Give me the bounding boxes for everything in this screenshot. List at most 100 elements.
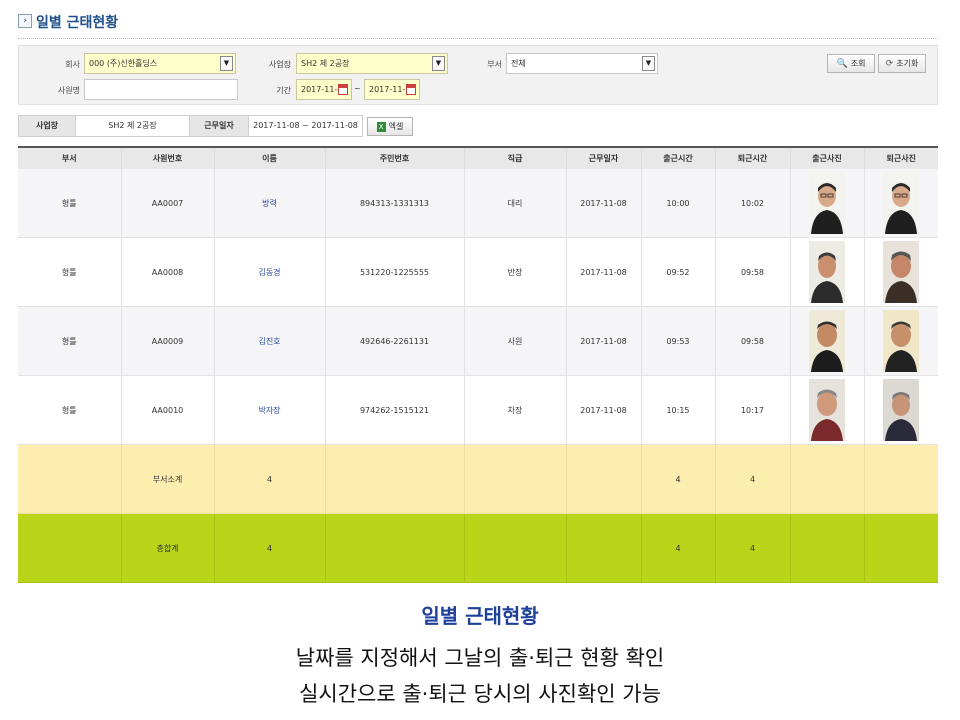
subtotal-clock-in: 4 — [641, 444, 716, 514]
date-cell: 2017-11-08 — [566, 237, 642, 307]
rank-cell: 차장 — [464, 375, 567, 445]
table-row[interactable]: 형틀 AA0010 박자장 974262-1515121 차장 2017-11-… — [18, 375, 938, 445]
column-header[interactable]: 퇴근사진 — [864, 146, 938, 169]
emp-no-cell: AA0008 — [121, 237, 215, 307]
excel-button-label: 엑셀 — [388, 122, 404, 131]
date-to-field[interactable]: 2017-11-08 — [364, 79, 420, 100]
employee-name-link[interactable]: 방력 — [214, 169, 326, 238]
company-select-value: 000 (주)신한홀딩스 — [89, 59, 158, 68]
clock-out-cell: 10:02 — [715, 169, 791, 238]
empty-cell — [864, 513, 938, 583]
column-header[interactable]: 사원번호 — [121, 146, 215, 169]
clock-out-photo-cell — [864, 306, 938, 376]
empty-cell — [566, 444, 642, 514]
subtotal-count: 4 — [214, 444, 326, 514]
search-icon: 🔍 — [836, 59, 848, 69]
empty-cell — [790, 513, 865, 583]
employee-name-input[interactable] — [84, 79, 238, 100]
empty-cell — [18, 513, 122, 583]
rrn-cell: 531220-1225555 — [325, 237, 465, 307]
period-label: 기간 — [276, 86, 291, 95]
date-separator: ~ — [354, 84, 361, 93]
empty-cell — [864, 444, 938, 514]
clock-out-cell: 09:58 — [715, 237, 791, 307]
attendance-table: 부서 사원번호 이름 주민번호 직급 근무일자 출근시간 퇴근시간 출근사진 퇴… — [18, 146, 938, 583]
rrn-cell: 974262-1515121 — [325, 375, 465, 445]
date-cell: 2017-11-08 — [566, 306, 642, 376]
calendar-icon[interactable] — [406, 84, 416, 95]
site-select[interactable]: SH2 제 2공장 ▼ — [296, 53, 448, 74]
clock-out-photo-cell — [864, 375, 938, 445]
clock-in-photo-cell — [790, 169, 865, 238]
column-header[interactable]: 출근사진 — [790, 146, 865, 169]
date-cell: 2017-11-08 — [566, 169, 642, 238]
chevron-down-icon[interactable]: ▼ — [432, 56, 445, 71]
header-divider — [18, 38, 938, 39]
dept-select[interactable]: 전체 ▼ — [506, 53, 658, 74]
clock-out-photo[interactable] — [883, 241, 920, 303]
date-cell: 2017-11-08 — [566, 375, 642, 445]
reset-button[interactable]: ⟳ 초기화 — [878, 54, 926, 73]
excel-button[interactable]: X 엑셀 — [367, 117, 413, 136]
table-row[interactable]: 형틀 AA0009 김진호 492646-2261131 사원 2017-11-… — [18, 306, 938, 376]
column-header[interactable]: 출근시간 — [641, 146, 716, 169]
rank-cell: 사원 — [464, 306, 567, 376]
chevron-down-icon[interactable]: ▼ — [642, 56, 655, 71]
clock-in-cell: 09:53 — [641, 306, 716, 376]
search-button-label: 조회 — [850, 59, 866, 68]
clock-in-photo[interactable] — [809, 241, 845, 303]
clock-in-cell: 09:52 — [641, 237, 716, 307]
emp-no-cell: AA0009 — [121, 306, 215, 376]
reset-button-label: 초기화 — [896, 59, 919, 68]
dept-cell: 형틀 — [18, 169, 122, 238]
employee-name-link[interactable]: 김진호 — [214, 306, 326, 376]
date-from-field[interactable]: 2017-11-08 — [296, 79, 352, 100]
company-select[interactable]: 000 (주)신한홀딩스 ▼ — [84, 53, 236, 74]
employee-name-link[interactable]: 김동경 — [214, 237, 326, 307]
calendar-icon[interactable] — [338, 84, 348, 95]
emp-no-cell: AA0007 — [121, 169, 215, 238]
column-header[interactable]: 이름 — [214, 146, 326, 169]
clock-out-photo[interactable] — [883, 310, 920, 372]
clock-in-cell: 10:00 — [641, 169, 716, 238]
total-row: 총합계 4 4 4 — [18, 513, 938, 583]
clock-in-photo-cell — [790, 375, 865, 445]
clock-out-photo[interactable] — [883, 379, 920, 441]
clock-in-cell: 10:15 — [641, 375, 716, 445]
filter-site-label: 사업장 — [18, 115, 76, 137]
column-header[interactable]: 근무일자 — [566, 146, 642, 169]
table-row[interactable]: 형틀 AA0008 김동경 531220-1225555 반장 2017-11-… — [18, 237, 938, 307]
column-header[interactable]: 퇴근시간 — [715, 146, 791, 169]
caption-line-1: 날짜를 지정해서 그날의 출·퇴근 현황 확인 — [295, 646, 665, 670]
dept-select-value: 전체 — [511, 59, 526, 68]
employee-label: 사원명 — [57, 86, 80, 95]
total-clock-out: 4 — [715, 513, 791, 583]
rrn-cell: 492646-2261131 — [325, 306, 465, 376]
subtotal-row: 부서소계 4 4 4 — [18, 444, 938, 514]
subtotal-label: 부서소계 — [121, 444, 215, 514]
emp-no-cell: AA0010 — [121, 375, 215, 445]
clock-out-cell: 10:17 — [715, 375, 791, 445]
empty-cell — [790, 444, 865, 514]
rrn-cell: 894313-1331313 — [325, 169, 465, 238]
rank-cell: 반장 — [464, 237, 567, 307]
total-count: 4 — [214, 513, 326, 583]
filter-work-date-value: 2017-11-08 ~ 2017-11-08 — [248, 115, 363, 137]
column-header[interactable]: 주민번호 — [325, 146, 465, 169]
clock-in-photo[interactable] — [809, 172, 845, 234]
clock-in-photo-cell — [790, 237, 865, 307]
employee-name-link[interactable]: 박자장 — [214, 375, 326, 445]
empty-cell — [325, 513, 465, 583]
column-header[interactable]: 부서 — [18, 146, 122, 169]
column-header[interactable]: 직급 — [464, 146, 567, 169]
chevron-down-icon[interactable]: ▼ — [220, 56, 233, 71]
clock-in-photo[interactable] — [809, 379, 845, 441]
dept-label: 부서 — [487, 60, 502, 69]
reset-icon: ⟳ — [885, 59, 894, 69]
clock-in-photo[interactable] — [809, 310, 845, 372]
rank-cell: 대리 — [464, 169, 567, 238]
clock-out-photo[interactable] — [883, 172, 920, 234]
search-button[interactable]: 🔍 조회 — [827, 54, 875, 73]
site-select-value: SH2 제 2공장 — [301, 59, 350, 68]
table-row[interactable]: 형틀 AA0007 방력 894313-1331313 대리 2017-11-0… — [18, 169, 938, 238]
